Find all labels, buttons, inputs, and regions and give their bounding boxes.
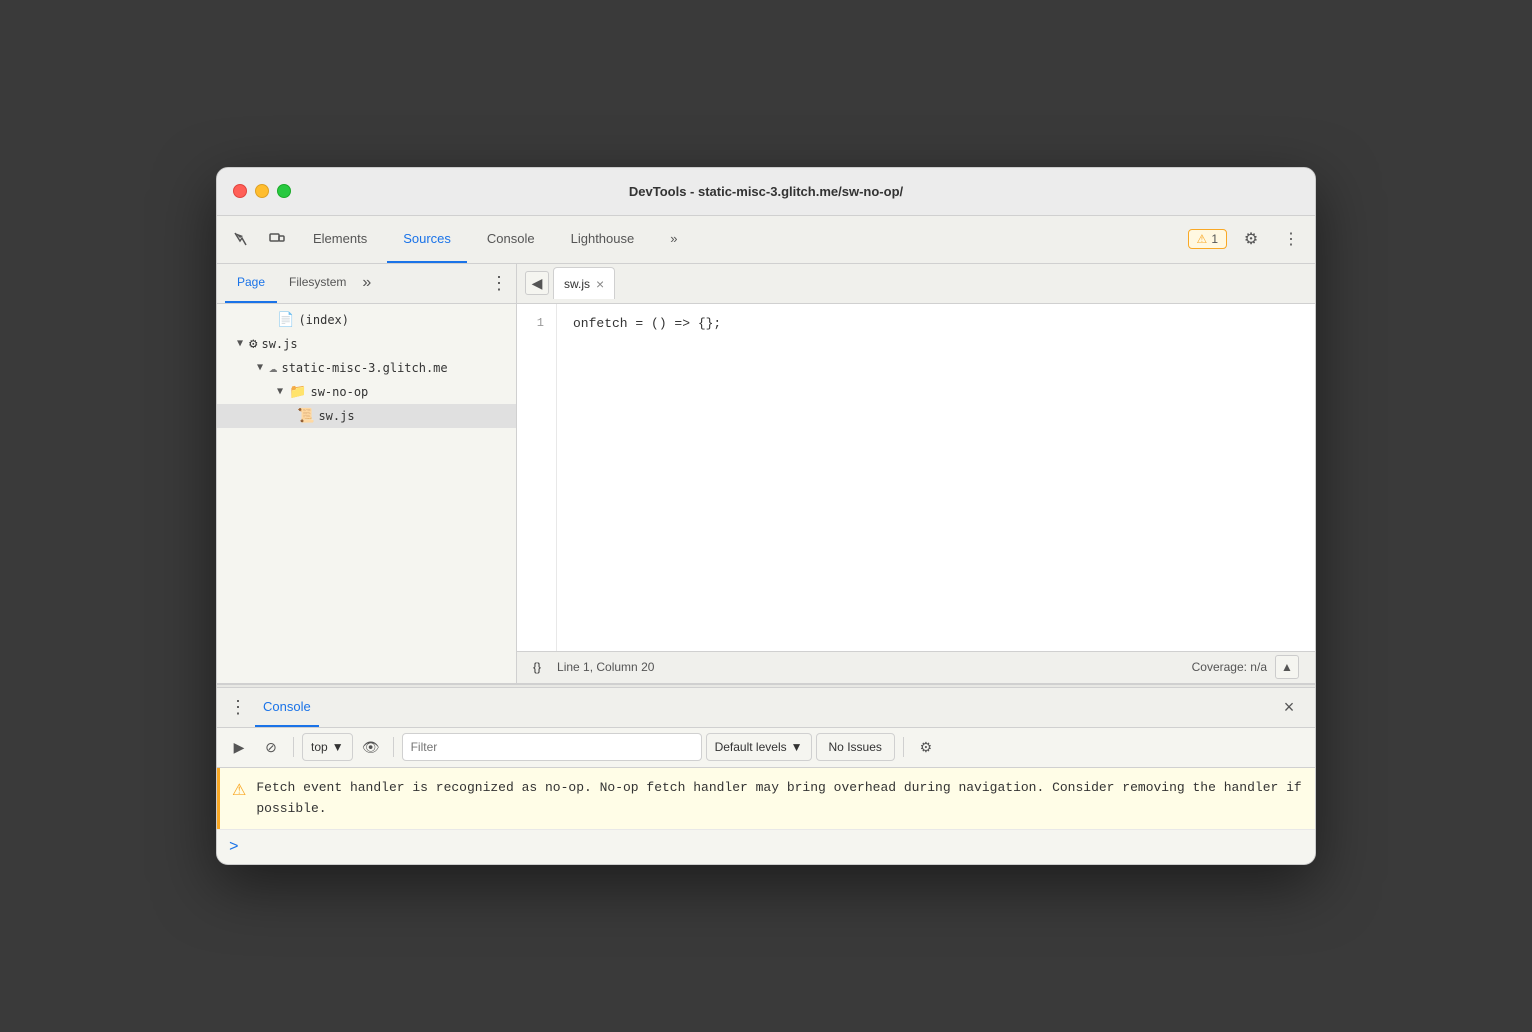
console-close-button[interactable]: ×: [1275, 693, 1303, 721]
levels-chevron-icon: ▼: [791, 740, 803, 754]
code-area: 1 onfetch = () => {};: [517, 304, 1315, 651]
default-levels-dropdown[interactable]: Default levels ▼: [706, 733, 812, 761]
no-issues-button[interactable]: No Issues: [816, 733, 895, 761]
inspect-icon[interactable]: [225, 223, 257, 255]
folder-icon: 📁: [289, 384, 306, 400]
cursor-position: Line 1, Column 20: [557, 660, 654, 674]
toolbar-separator: [293, 737, 294, 757]
line-number-1: 1: [529, 316, 544, 330]
console-header: ⋮ Console ×: [217, 688, 1315, 728]
gear-file-icon: ⚙: [249, 336, 257, 352]
tab-bar-right: ⚠ 1 ⚙ ⋮: [1188, 223, 1307, 255]
main-tab-bar: Elements Sources Console Lighthouse » ⚠ …: [217, 216, 1315, 264]
code-content[interactable]: onfetch = () => {};: [557, 304, 1315, 651]
editor-tab-nav-icon[interactable]: ◀: [525, 271, 549, 295]
editor-status-bar: {} Line 1, Column 20 Coverage: n/a ▲: [517, 651, 1315, 683]
coverage-label: Coverage: n/a: [1192, 660, 1267, 674]
warning-badge[interactable]: ⚠ 1: [1188, 229, 1227, 249]
toolbar-separator-3: [903, 737, 904, 757]
editor-tabs: ◀ sw.js ×: [517, 264, 1315, 304]
cloud-icon: ☁: [269, 360, 277, 376]
document-icon: 📄: [277, 312, 294, 328]
close-tab-icon[interactable]: ×: [596, 276, 604, 292]
editor-tab-sw-js[interactable]: sw.js ×: [553, 267, 615, 299]
devtools-window: DevTools - static-misc-3.glitch.me/sw-no…: [216, 167, 1316, 866]
console-toolbar: ▶ ⊘ top ▼ 👁 Default levels ▼ No Issues: [217, 728, 1315, 768]
arrow-down-icon: ▼: [237, 338, 243, 349]
sources-left-panel: Page Filesystem » ⋮ 📄 (index): [217, 264, 517, 683]
tab-bar-left: [225, 223, 293, 255]
console-play-button[interactable]: ▶: [225, 733, 253, 761]
file-item-sw-root[interactable]: ▼ ⚙ sw.js: [217, 332, 516, 356]
file-tree: 📄 (index) ▼ ⚙ sw.js ▼ ☁ static-misc-3.gl…: [217, 304, 516, 683]
file-item-index[interactable]: 📄 (index): [217, 308, 516, 332]
format-braces-button[interactable]: {}: [533, 660, 541, 674]
more-options-icon[interactable]: ⋮: [1275, 223, 1307, 255]
console-settings-icon[interactable]: ⚙: [912, 733, 940, 761]
window-title: DevTools - static-misc-3.glitch.me/sw-no…: [629, 184, 903, 199]
filter-input[interactable]: [402, 733, 702, 761]
main-content: Page Filesystem » ⋮ 📄 (index): [217, 264, 1315, 684]
panel-tabs: Page Filesystem » ⋮: [217, 264, 516, 304]
tab-more-button[interactable]: »: [654, 215, 693, 263]
warning-icon: ⚠: [1197, 232, 1208, 246]
code-editor-panel: ◀ sw.js × 1 onfetch = () => {}; {} Line …: [517, 264, 1315, 683]
tab-elements[interactable]: Elements: [297, 215, 383, 263]
close-button[interactable]: [233, 184, 247, 198]
minimize-button[interactable]: [255, 184, 269, 198]
settings-gear-icon[interactable]: ⚙: [1235, 223, 1267, 255]
file-item-sw-js[interactable]: 📜 sw.js: [217, 404, 516, 428]
console-menu-icon[interactable]: ⋮: [229, 697, 247, 718]
eye-filter-icon[interactable]: 👁: [357, 733, 385, 761]
device-toggle-icon[interactable]: [261, 223, 293, 255]
warning-triangle-icon: ⚠: [232, 780, 246, 800]
console-tab[interactable]: Console: [255, 687, 319, 727]
maximize-button[interactable]: [277, 184, 291, 198]
console-prompt: >: [229, 838, 239, 856]
tab-page[interactable]: Page: [225, 264, 277, 304]
console-input[interactable]: [247, 839, 255, 855]
tab-lighthouse[interactable]: Lighthouse: [555, 215, 651, 263]
console-messages: ⚠ Fetch event handler is recognized as n…: [217, 768, 1315, 865]
file-item-domain[interactable]: ▼ ☁ static-misc-3.glitch.me: [217, 356, 516, 380]
js-file-icon: 📜: [297, 408, 314, 424]
panel-tab-more[interactable]: »: [358, 274, 375, 292]
line-numbers: 1: [517, 304, 557, 651]
console-input-line: >: [217, 829, 1315, 864]
console-warning-message[interactable]: ⚠ Fetch event handler is recognized as n…: [217, 768, 1315, 830]
arrow-down-icon: ▼: [277, 386, 283, 397]
tab-console[interactable]: Console: [471, 215, 551, 263]
tab-filesystem[interactable]: Filesystem: [277, 264, 358, 304]
arrow-down-icon: ▼: [257, 362, 263, 373]
panel-tab-menu-icon[interactable]: ⋮: [490, 273, 508, 294]
traffic-lights: [233, 184, 291, 198]
tab-sources[interactable]: Sources: [387, 215, 467, 263]
toolbar-separator-2: [393, 737, 394, 757]
console-block-button[interactable]: ⊘: [257, 733, 285, 761]
console-panel: ⋮ Console × ▶ ⊘ top ▼ 👁: [217, 688, 1315, 865]
scroll-up-button[interactable]: ▲: [1275, 655, 1299, 679]
title-bar: DevTools - static-misc-3.glitch.me/sw-no…: [217, 168, 1315, 216]
coverage-status: Coverage: n/a ▲: [1192, 655, 1299, 679]
context-dropdown[interactable]: top ▼: [302, 733, 353, 761]
file-item-folder[interactable]: ▼ 📁 sw-no-op: [217, 380, 516, 404]
dropdown-chevron-icon: ▼: [332, 740, 344, 754]
warning-message-text: Fetch event handler is recognized as no-…: [256, 778, 1303, 820]
